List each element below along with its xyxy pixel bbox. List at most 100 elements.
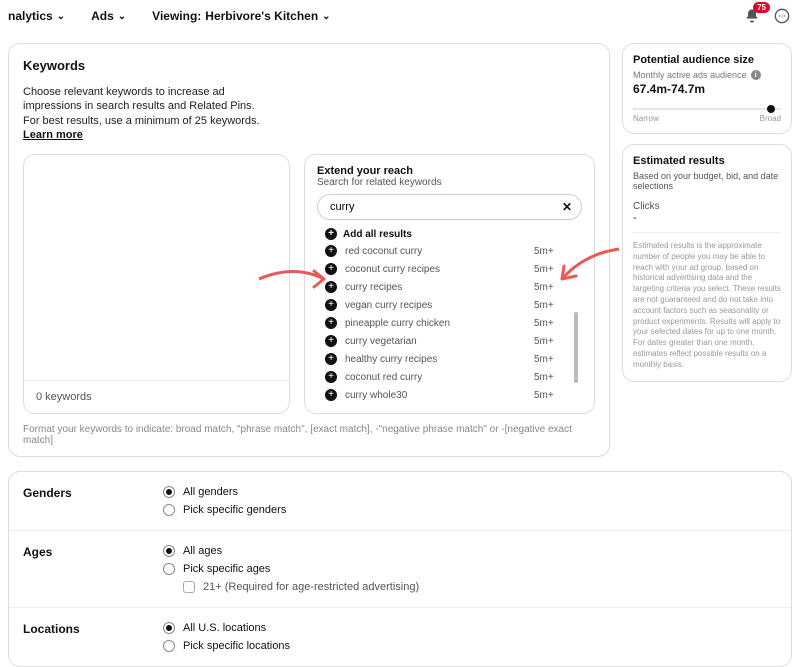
nav-ads[interactable]: Ads ⌄ bbox=[91, 9, 126, 23]
scrollbar[interactable] bbox=[574, 312, 578, 383]
keyword-result-row[interactable]: + red coconut curry 5m+ bbox=[317, 242, 582, 260]
estimated-results-card: Estimated results Based on your budget, … bbox=[622, 144, 792, 382]
ages-label: Ages bbox=[23, 545, 163, 593]
keyword-count: 0 keywords bbox=[24, 380, 289, 413]
chat-icon bbox=[774, 8, 790, 24]
plus-icon: + bbox=[325, 228, 337, 240]
keywords-heading: Keywords bbox=[23, 58, 595, 73]
genders-label: Genders bbox=[23, 486, 163, 516]
radio-icon bbox=[163, 563, 175, 575]
nav-ads-label: Ads bbox=[91, 9, 114, 23]
keyword-format-hint: Format your keywords to indicate: broad … bbox=[23, 424, 595, 446]
chevron-down-icon: ⌄ bbox=[57, 11, 65, 22]
plus-icon: + bbox=[325, 245, 337, 257]
plus-icon: + bbox=[325, 317, 337, 329]
radio-all-genders[interactable]: All genders bbox=[163, 486, 286, 498]
keyword-result-row[interactable]: + coconut curry recipes 5m+ bbox=[317, 260, 582, 278]
nav-viewing-prefix: Viewing: bbox=[152, 9, 201, 23]
keyword-volume: 5m+ bbox=[534, 282, 574, 293]
range-broad-label: Broad bbox=[760, 114, 781, 123]
range-narrow-label: Narrow bbox=[633, 114, 659, 123]
estimated-heading: Estimated results bbox=[633, 155, 781, 167]
chevron-down-icon: ⌄ bbox=[322, 11, 330, 22]
audience-heading: Potential audience size bbox=[633, 54, 781, 66]
keyword-result-row[interactable]: + healthy curry recipes 5m+ bbox=[317, 350, 582, 368]
notifications-button[interactable]: 75 bbox=[742, 6, 762, 26]
keyword-result-row[interactable]: + curry vegetarian 5m+ bbox=[317, 332, 582, 350]
keyword-text: curry whole30 bbox=[345, 390, 526, 401]
range-indicator-dot bbox=[767, 105, 775, 113]
plus-icon: + bbox=[325, 335, 337, 347]
radio-icon bbox=[163, 486, 175, 498]
plus-icon: + bbox=[325, 263, 337, 275]
radio-icon bbox=[163, 545, 175, 557]
add-all-results-button[interactable]: + Add all results bbox=[325, 228, 582, 240]
keyword-volume: 5m+ bbox=[534, 264, 574, 275]
add-all-label: Add all results bbox=[343, 229, 412, 240]
keyword-text: coconut red curry bbox=[345, 372, 526, 383]
keyword-result-row[interactable]: + curry whole30 5m+ bbox=[317, 386, 582, 404]
nav-analytics-label: nalytics bbox=[8, 9, 53, 23]
extend-title: Extend your reach bbox=[317, 165, 582, 177]
info-icon[interactable]: i bbox=[751, 70, 761, 80]
audience-size-card: Potential audience size Monthly active a… bbox=[622, 43, 792, 134]
nav-viewing-value: Herbivore's Kitchen bbox=[205, 9, 318, 23]
estimated-sub: Based on your budget, bid, and date sele… bbox=[633, 171, 781, 191]
nav-viewing[interactable]: Viewing: Herbivore's Kitchen ⌄ bbox=[152, 9, 330, 23]
estimated-footnote: Estimated results is the approximate num… bbox=[633, 241, 781, 371]
radio-icon bbox=[163, 622, 175, 634]
extend-reach-box: Extend your reach Search for related key… bbox=[304, 154, 595, 414]
clear-search-icon[interactable]: ✕ bbox=[562, 200, 572, 214]
keyword-text: pineapple curry chicken bbox=[345, 318, 526, 329]
keyword-text: curry recipes bbox=[345, 282, 526, 293]
radio-all-locations[interactable]: All U.S. locations bbox=[163, 622, 290, 634]
ages-section: Ages All ages Pick specific ages 21+ (Re… bbox=[9, 530, 791, 607]
plus-icon: + bbox=[325, 299, 337, 311]
genders-section: Genders All genders Pick specific gender… bbox=[9, 472, 791, 530]
keyword-text: healthy curry recipes bbox=[345, 354, 526, 365]
estimated-metric-value: - bbox=[633, 212, 781, 224]
audience-sub-label: Monthly active ads audience bbox=[633, 70, 747, 80]
learn-more-link[interactable]: Learn more bbox=[23, 129, 83, 141]
checkbox-21plus[interactable]: 21+ (Required for age-restricted adverti… bbox=[183, 581, 419, 593]
keyword-list-box[interactable]: 0 keywords bbox=[23, 154, 290, 414]
keywords-intro: Choose relevant keywords to increase ad … bbox=[23, 85, 273, 142]
keyword-volume: 5m+ bbox=[534, 300, 574, 311]
keyword-volume: 5m+ bbox=[534, 390, 574, 401]
audience-range-slider bbox=[633, 108, 781, 110]
keyword-volume: 5m+ bbox=[534, 336, 574, 347]
extend-subtitle: Search for related keywords bbox=[317, 177, 582, 188]
keyword-volume: 5m+ bbox=[534, 318, 574, 329]
keyword-results-list: + red coconut curry 5m+ + coconut curry reci… bbox=[317, 242, 582, 413]
keyword-text: curry vegetarian bbox=[345, 336, 526, 347]
radio-icon bbox=[163, 504, 175, 516]
keyword-result-row[interactable]: + vegan curry recipes 5m+ bbox=[317, 296, 582, 314]
messages-button[interactable] bbox=[772, 6, 792, 26]
plus-icon: + bbox=[325, 281, 337, 293]
plus-icon: + bbox=[325, 371, 337, 383]
keyword-text: coconut curry recipes bbox=[345, 264, 526, 275]
keyword-volume: 5m+ bbox=[534, 354, 574, 365]
keyword-volume: 5m+ bbox=[534, 372, 574, 383]
locations-section: Locations All U.S. locations Pick specif… bbox=[9, 607, 791, 666]
radio-all-ages[interactable]: All ages bbox=[163, 545, 419, 557]
locations-label: Locations bbox=[23, 622, 163, 652]
nav-analytics[interactable]: nalytics ⌄ bbox=[8, 9, 65, 23]
targeting-sections: Genders All genders Pick specific gender… bbox=[8, 471, 792, 667]
chevron-down-icon: ⌄ bbox=[118, 11, 126, 22]
keyword-volume: 5m+ bbox=[534, 246, 574, 257]
keyword-search-input[interactable] bbox=[317, 194, 582, 220]
keyword-result-row[interactable]: + coconut red curry 5m+ bbox=[317, 368, 582, 386]
notifications-badge: 75 bbox=[753, 2, 770, 13]
keyword-result-row[interactable]: + pineapple curry chicken 5m+ bbox=[317, 314, 582, 332]
checkbox-icon bbox=[183, 581, 195, 593]
keyword-text: red coconut curry bbox=[345, 246, 526, 257]
radio-specific-ages[interactable]: Pick specific ages bbox=[163, 563, 419, 575]
keyword-text: vegan curry recipes bbox=[345, 300, 526, 311]
keywords-card: Keywords Choose relevant keywords to inc… bbox=[8, 43, 610, 457]
plus-icon: + bbox=[325, 353, 337, 365]
keyword-result-row[interactable]: + curry recipes 5m+ bbox=[317, 278, 582, 296]
plus-icon: + bbox=[325, 389, 337, 401]
radio-specific-genders[interactable]: Pick specific genders bbox=[163, 504, 286, 516]
audience-value: 67.4m-74.7m bbox=[633, 82, 781, 96]
